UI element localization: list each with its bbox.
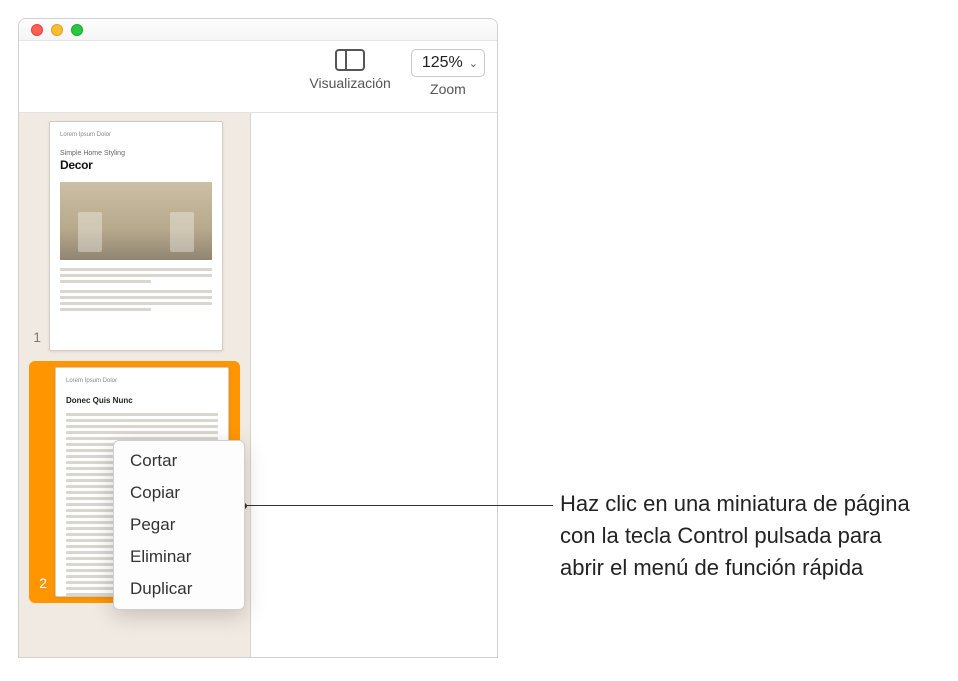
page-number: 2 — [35, 575, 47, 591]
thumb-body-lines — [60, 268, 212, 311]
menu-item-paste[interactable]: Pegar — [114, 509, 244, 541]
window-minimize-button[interactable] — [51, 24, 63, 36]
window-maximize-button[interactable] — [71, 24, 83, 36]
thumb-hero-image — [60, 182, 212, 260]
content-row: 1 Lorem Ipsum Dolor Simple Home Styling … — [19, 113, 497, 657]
menu-item-duplicate[interactable]: Duplicar — [114, 573, 244, 605]
toolbar: Visualización 125% ⌄ Zoom — [19, 41, 497, 113]
menu-item-cut[interactable]: Cortar — [114, 445, 244, 477]
app-window: Visualización 125% ⌄ Zoom 1 Lorem Ipsum … — [18, 18, 498, 658]
thumb-title: Decor — [60, 158, 212, 172]
chevron-down-icon: ⌄ — [469, 57, 478, 70]
page-number: 1 — [29, 329, 41, 345]
callout-text: Haz clic en una miniatura de página con … — [560, 488, 930, 584]
zoom-group: 125% ⌄ Zoom — [411, 49, 485, 97]
thumb-heading: Donec Quis Nunc — [66, 396, 218, 405]
sidebar-toggle-icon[interactable] — [335, 49, 365, 71]
callout-leader-line — [244, 505, 553, 506]
menu-item-copy[interactable]: Copiar — [114, 477, 244, 509]
menu-item-delete[interactable]: Eliminar — [114, 541, 244, 573]
page-thumbnail-1[interactable]: 1 Lorem Ipsum Dolor Simple Home Styling … — [29, 121, 240, 351]
zoom-label: Zoom — [430, 81, 466, 97]
thumb-subtitle: Simple Home Styling — [60, 150, 212, 157]
view-toggle-group: Visualización — [309, 49, 390, 91]
thumb-kicker: Lorem Ipsum Dolor — [60, 132, 212, 138]
window-close-button[interactable] — [31, 24, 43, 36]
view-label: Visualización — [309, 75, 390, 91]
zoom-value: 125% — [422, 54, 463, 72]
thumb-kicker: Lorem Ipsum Dolor — [66, 378, 218, 384]
titlebar — [19, 19, 497, 41]
page-thumbnail-preview: Lorem Ipsum Dolor Simple Home Styling De… — [49, 121, 223, 351]
zoom-dropdown[interactable]: 125% ⌄ — [411, 49, 485, 77]
context-menu: Cortar Copiar Pegar Eliminar Duplicar — [113, 440, 245, 610]
document-canvas[interactable] — [251, 113, 497, 657]
